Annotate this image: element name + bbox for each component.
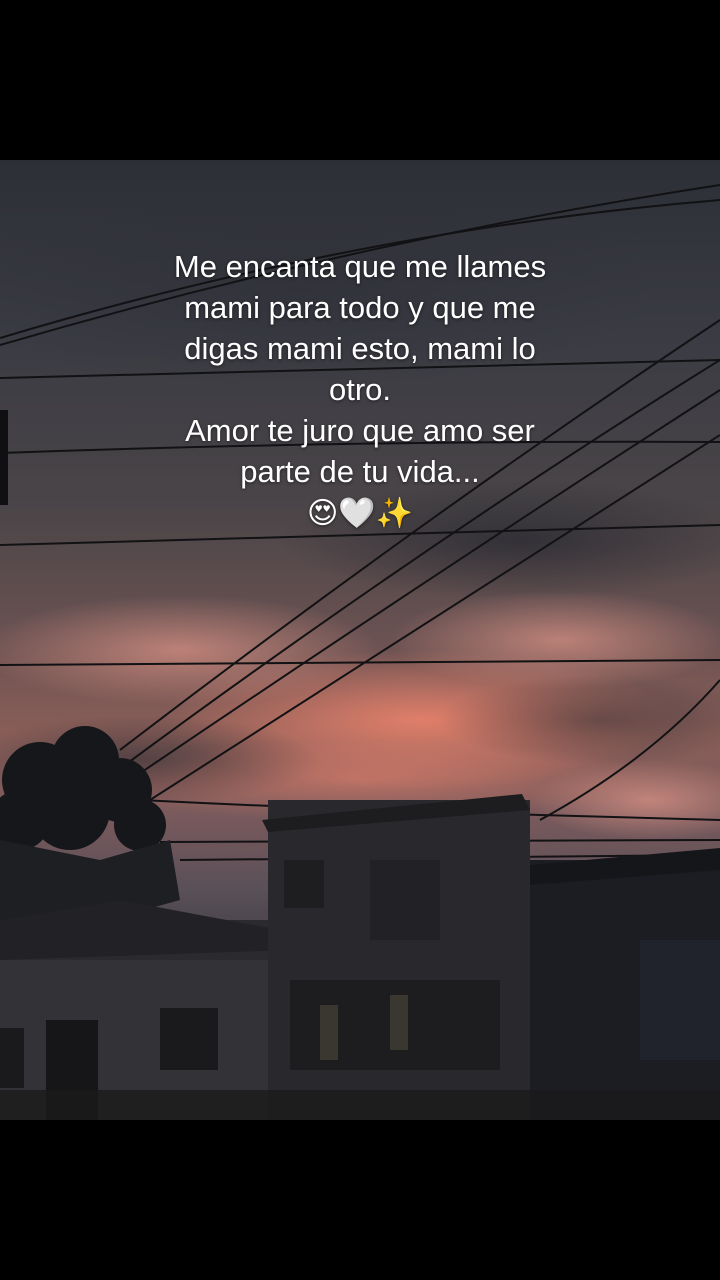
caption-line-5: Amor te juro que amo ser — [185, 413, 535, 448]
caption-line-3: digas mami esto, mami lo — [184, 331, 536, 366]
caption-line-4: otro. — [328, 372, 392, 407]
building-silhouettes — [0, 794, 720, 1120]
caption-line-2: mami para todo y que me — [184, 290, 536, 325]
caption-text: Me encanta que me llames mami para todo … — [60, 246, 660, 534]
caption-emoji: 😍🤍✨ — [307, 496, 413, 531]
caption-line-1: Me encanta que me llames — [173, 249, 547, 284]
video-frame: Me encanta que me llames mami para todo … — [0, 0, 720, 1280]
caption-line-6: parte de tu vida... — [240, 454, 480, 489]
